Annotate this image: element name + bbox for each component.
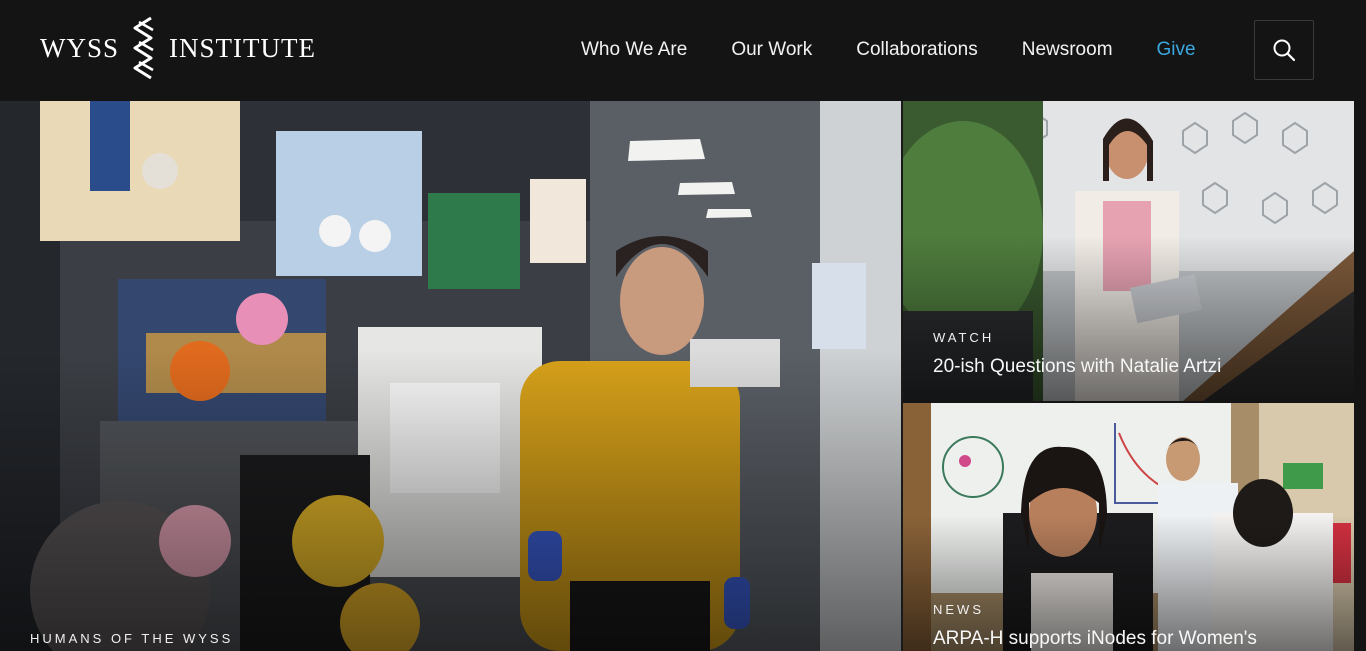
wyss-institute-logo[interactable]: WYSS INSTITUTE (40, 16, 316, 80)
logo-word-institute: INSTITUTE (169, 32, 316, 63)
feature-kicker: HUMANS OF THE WYSS (30, 631, 234, 646)
search-icon (1273, 39, 1296, 62)
nav-our-work[interactable]: Our Work (731, 39, 812, 61)
feature-humans-of-the-wyss[interactable]: HUMANS OF THE WYSS (0, 101, 901, 651)
news-kicker: NEWS (933, 602, 984, 617)
nav-newsroom[interactable]: Newsroom (1022, 39, 1113, 61)
watch-headline[interactable]: 20-ish Questions with Natalie Artzi (933, 356, 1221, 378)
nav-give[interactable]: Give (1157, 39, 1196, 61)
feature-news[interactable]: NEWS ARPA-H supports iNodes for Women's (903, 403, 1354, 651)
image-shade (0, 348, 901, 651)
watch-kicker: WATCH (933, 330, 995, 345)
news-headline[interactable]: ARPA-H supports iNodes for Women's (933, 628, 1257, 650)
site-header: WYSS INSTITUTE Who We Are Our Work Colla… (0, 0, 1366, 100)
nav-who-we-are[interactable]: Who We Are (581, 39, 687, 61)
logo-word-wyss: WYSS (40, 32, 120, 63)
dna-helix-icon (133, 16, 154, 80)
nav-collaborations[interactable]: Collaborations (856, 39, 977, 61)
main-nav: Who We Are Our Work Collaborations Newsr… (559, 0, 1218, 100)
feature-watch[interactable]: WATCH 20-ish Questions with Natalie Artz… (903, 101, 1354, 401)
page-edge (1354, 101, 1366, 651)
search-button[interactable] (1254, 20, 1314, 80)
